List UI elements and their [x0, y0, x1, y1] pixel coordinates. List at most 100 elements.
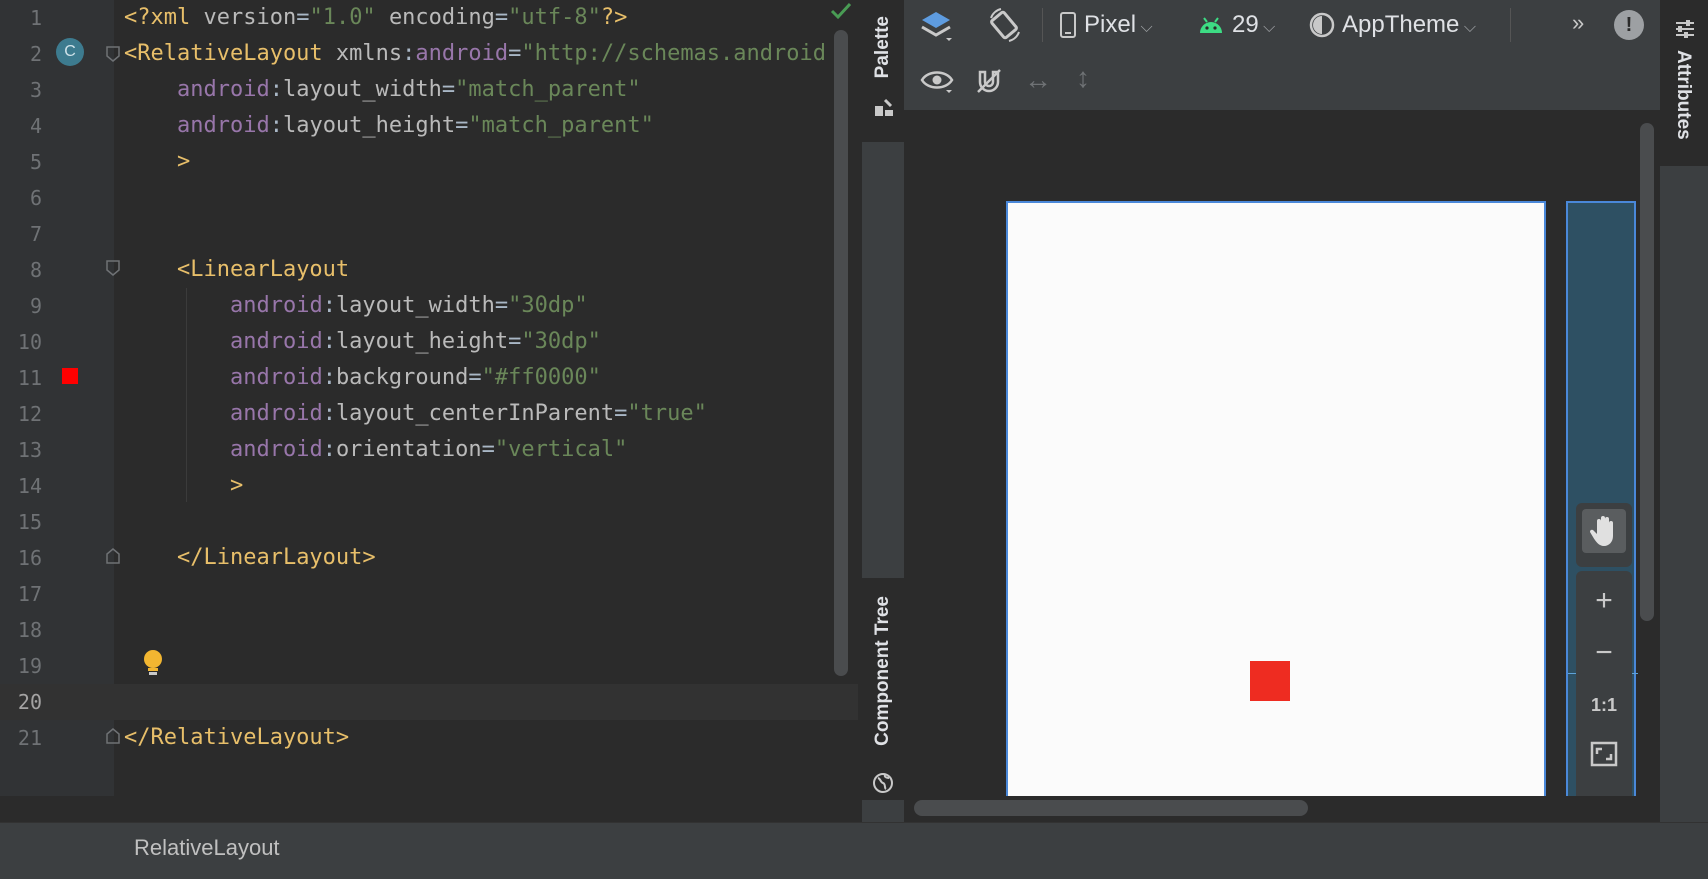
- eye-icon[interactable]: [920, 68, 954, 101]
- api-level-label: 29: [1232, 11, 1259, 38]
- class-marker-icon[interactable]: C: [56, 38, 84, 66]
- fold-icon[interactable]: [106, 260, 120, 281]
- zoom-controls: + − 1:1: [1576, 571, 1632, 796]
- api-level-selector[interactable]: 29 ⌵: [1198, 0, 1275, 50]
- phone-icon: [1060, 12, 1076, 43]
- palette-tab[interactable]: Palette: [862, 0, 904, 142]
- code-token: orientation: [335, 437, 482, 462]
- code-token: android: [229, 365, 323, 390]
- code-line[interactable]: 20: [0, 684, 858, 720]
- line-number: 1: [29, 6, 42, 30]
- code-token: =: [494, 5, 509, 30]
- code-line[interactable]: 15: [0, 504, 858, 540]
- layers-icon[interactable]: [918, 8, 954, 49]
- code-token: "match_parent": [455, 77, 641, 102]
- code-token: layout_width: [335, 293, 495, 318]
- code-token: android: [176, 77, 270, 102]
- code-token: background: [335, 365, 469, 390]
- actual-size-button[interactable]: 1:1: [1578, 679, 1630, 731]
- code-token: android: [229, 329, 323, 354]
- more-actions-icon[interactable]: »: [1572, 10, 1584, 36]
- linear-layout-preview[interactable]: [1250, 661, 1290, 701]
- fold-end-icon[interactable]: [106, 548, 120, 569]
- code-line[interactable]: 8 <LinearLayout: [0, 252, 858, 288]
- code-token: :: [269, 77, 283, 102]
- code-token: :: [322, 293, 336, 318]
- line-number: 4: [29, 114, 42, 138]
- sliders-icon: [1674, 18, 1696, 45]
- line-number: 21: [17, 726, 42, 750]
- color-swatch-icon[interactable]: [62, 368, 78, 384]
- line-number: 20: [17, 690, 42, 714]
- code-token: >: [176, 149, 191, 174]
- expand-vertical-icon[interactable]: ↕: [1076, 62, 1090, 94]
- code-token: android: [415, 41, 509, 66]
- magnet-off-icon[interactable]: [974, 66, 1004, 101]
- lightbulb-icon[interactable]: [140, 648, 166, 683]
- code-token: android: [229, 293, 323, 318]
- expand-horizontal-icon[interactable]: ↔: [1024, 64, 1052, 96]
- breadcrumb[interactable]: RelativeLayout: [134, 823, 280, 873]
- code-line[interactable]: 13 android:orientation="vertical": [0, 432, 858, 468]
- code-token: version: [203, 5, 297, 30]
- inspection-ok-icon[interactable]: [830, 2, 852, 25]
- code-line[interactable]: 6: [0, 180, 858, 216]
- view-options-toolbar: ↔ ↕: [904, 50, 1660, 111]
- device-selector[interactable]: Pixel ⌵: [1060, 0, 1153, 50]
- canvas-vertical-scrollbar[interactable]: [1640, 123, 1654, 621]
- code-line[interactable]: 11 android:background="#ff0000": [0, 360, 858, 396]
- code-text: android:orientation="vertical": [124, 432, 627, 468]
- theme-selector[interactable]: AppTheme ⌵: [1308, 0, 1476, 50]
- line-number: 18: [17, 618, 42, 642]
- code-line[interactable]: 2 <RelativeLayout xmlns:android="http://s…: [0, 36, 858, 72]
- code-line[interactable]: 18: [0, 612, 858, 648]
- zoom-in-button[interactable]: +: [1578, 575, 1630, 627]
- code-token: layout_width: [282, 77, 442, 102]
- fold-icon[interactable]: [106, 46, 120, 67]
- code-line[interactable]: 3 android:layout_width="match_parent": [0, 72, 858, 108]
- code-token: "match_parent": [468, 113, 654, 138]
- design-surface[interactable]: [1006, 201, 1546, 796]
- pan-button[interactable]: [1576, 503, 1632, 567]
- component-tree-tab-label: Component Tree: [872, 596, 893, 746]
- code-token: "30dp": [521, 329, 601, 354]
- code-line[interactable]: 10 android:layout_height="30dp": [0, 324, 858, 360]
- code-line[interactable]: 5 >: [0, 144, 858, 180]
- code-token: :: [322, 437, 336, 462]
- code-editor[interactable]: 1 <?xml version="1.0" encoding="utf-8"?> 2…: [0, 0, 858, 796]
- design-canvas[interactable]: + − 1:1: [904, 111, 1660, 796]
- code-token: =: [455, 113, 469, 138]
- code-line[interactable]: 12 android:layout_centerInParent="true": [0, 396, 858, 432]
- fit-screen-icon[interactable]: [1590, 741, 1618, 772]
- fold-end-icon[interactable]: [106, 728, 120, 749]
- toolbar-separator: [1510, 8, 1511, 42]
- code-line[interactable]: 14 >: [0, 468, 858, 504]
- code-line[interactable]: 9 android:layout_width="30dp": [0, 288, 858, 324]
- zoom-out-button[interactable]: −: [1578, 627, 1630, 679]
- code-line[interactable]: 21 </RelativeLayout>: [0, 720, 858, 756]
- code-line[interactable]: 7: [0, 216, 858, 252]
- code-line[interactable]: 17: [0, 576, 858, 612]
- code-token: "true": [627, 401, 707, 426]
- code-line[interactable]: 4 android:layout_height="match_parent": [0, 108, 858, 144]
- attributes-tab[interactable]: Attributes: [1660, 0, 1708, 166]
- code-line[interactable]: 19: [0, 648, 858, 684]
- code-line[interactable]: 16 </LinearLayout>: [0, 540, 858, 576]
- canvas-horizontal-scrollbar[interactable]: [914, 800, 1308, 816]
- code-token: =: [481, 437, 495, 462]
- code-line[interactable]: 1 <?xml version="1.0" encoding="utf-8"?>: [0, 0, 858, 36]
- warning-icon[interactable]: !: [1614, 10, 1644, 40]
- orientation-icon[interactable]: [986, 6, 1024, 49]
- theme-icon: [1308, 11, 1336, 44]
- code-text: android:background="#ff0000": [124, 360, 601, 396]
- line-number: 11: [17, 366, 42, 390]
- component-tree-tab[interactable]: Component Tree: [862, 578, 904, 800]
- code-token: :: [269, 113, 283, 138]
- editor-vertical-scrollbar[interactable]: [834, 30, 848, 676]
